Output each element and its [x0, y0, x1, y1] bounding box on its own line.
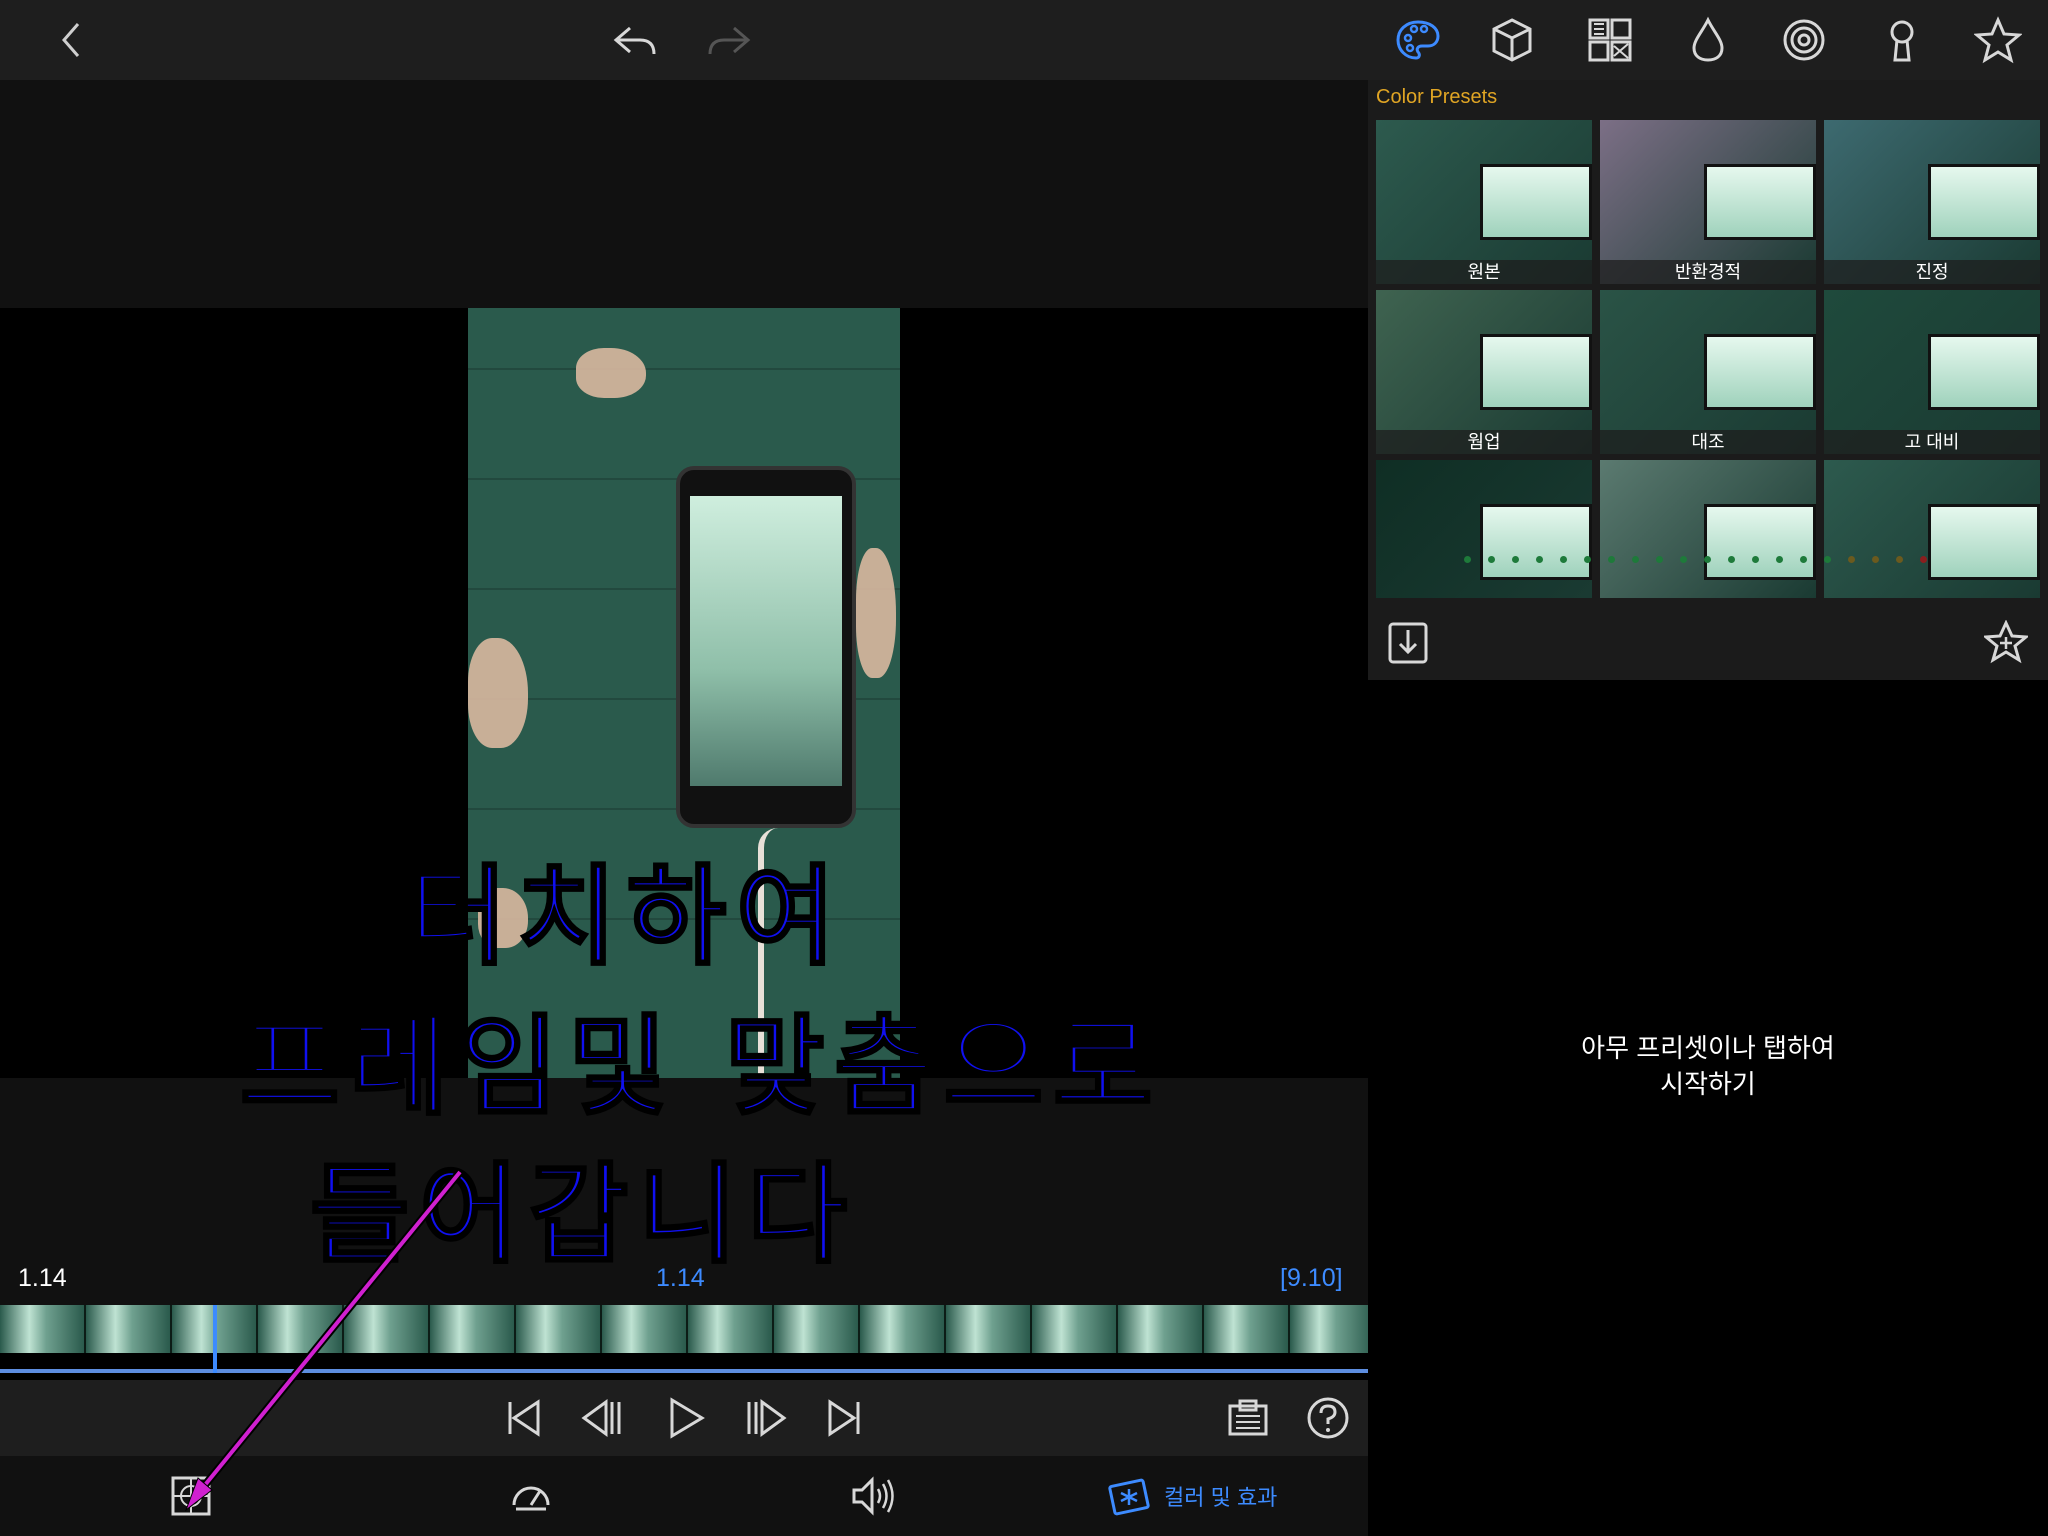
drop-icon[interactable]	[1678, 10, 1738, 70]
preset-label: 웜업	[1376, 430, 1592, 454]
overlay-instruction-line1: 터치하여	[406, 854, 846, 982]
color-presets-panel: Color Presets 원본 반환경적 진정웜업 대조 고 대비	[1368, 80, 2048, 680]
color-effects-icon	[1108, 1478, 1150, 1516]
presets-hint-line1: 아무 프리셋이나 탭하여	[1581, 1033, 1835, 1063]
preset-label: 고 대비	[1824, 430, 2040, 454]
preset-label: 진정	[1824, 260, 2040, 284]
page-dot[interactable]	[1488, 556, 1495, 563]
spiral-icon[interactable]	[1774, 10, 1834, 70]
keyhole-icon[interactable]	[1872, 10, 1932, 70]
page-dot[interactable]	[1920, 556, 1927, 563]
timeline-range-bar	[0, 1369, 1368, 1373]
preset-tile[interactable]	[1824, 460, 2040, 598]
page-dot[interactable]	[1776, 556, 1783, 563]
presets-title: Color Presets	[1376, 86, 1498, 108]
playhead[interactable]	[213, 1305, 217, 1373]
current-time-left: 1.14	[18, 1264, 67, 1292]
page-dot[interactable]	[1536, 556, 1543, 563]
bottom-tab-bar: 컬러 및 효과	[0, 1456, 1368, 1536]
preset-tile[interactable]: 대조	[1600, 290, 1816, 454]
page-dot[interactable]	[1896, 556, 1903, 563]
app-root: 터치하여 프레임및 맞춤으로 들어갑니다 1.14 1.14 [9.10] 컬러…	[0, 0, 2048, 1536]
frame-fit-icon	[171, 1476, 211, 1516]
page-dot[interactable]	[1632, 556, 1639, 563]
clipboard-icon[interactable]	[1218, 1388, 1278, 1448]
page-dot[interactable]	[1584, 556, 1591, 563]
preset-tile[interactable]: 고 대비	[1824, 290, 2040, 454]
speaker-icon	[852, 1476, 894, 1516]
undo-icon[interactable]	[604, 10, 664, 70]
help-icon[interactable]	[1298, 1388, 1358, 1448]
page-dot[interactable]	[1872, 556, 1879, 563]
top-toolbar	[0, 0, 2048, 80]
preset-tile[interactable]	[1600, 460, 1816, 598]
page-dot[interactable]	[1464, 556, 1471, 563]
skip-to-start-icon[interactable]	[494, 1388, 554, 1448]
playback-controls	[0, 1380, 1368, 1456]
tab-frame-fit[interactable]	[168, 1466, 214, 1526]
preset-tile[interactable]: 웜업	[1376, 290, 1592, 454]
page-dot[interactable]	[1656, 556, 1663, 563]
page-dot[interactable]	[1512, 556, 1519, 563]
page-dot[interactable]	[1680, 556, 1687, 563]
timeline-filmstrip[interactable]	[0, 1305, 1368, 1353]
preset-tile[interactable]: 진정	[1824, 120, 2040, 284]
tab-color-effects[interactable]: 컬러 및 효과	[1106, 1466, 1277, 1526]
cube-icon[interactable]	[1482, 10, 1542, 70]
add-favorite-icon[interactable]	[1982, 619, 2030, 664]
next-frame-icon[interactable]	[736, 1388, 796, 1448]
preset-label: 대조	[1600, 430, 1816, 454]
page-dot[interactable]	[1608, 556, 1615, 563]
preset-tile[interactable]: 반환경적	[1600, 120, 1816, 284]
tab-audio[interactable]	[850, 1466, 896, 1526]
duration-label: [9.10]	[1280, 1264, 1343, 1292]
overlay-instruction-line2: 프레임및 맞춤으로	[238, 1004, 1163, 1132]
page-dot[interactable]	[1824, 556, 1831, 563]
play-icon[interactable]	[656, 1388, 716, 1448]
presets-footer	[1368, 600, 2048, 680]
skip-to-end-icon[interactable]	[814, 1388, 874, 1448]
preset-label: 원본	[1376, 260, 1592, 284]
preview-letterbox-top	[0, 80, 1368, 308]
page-dot[interactable]	[1848, 556, 1855, 563]
phone-in-video	[676, 466, 856, 828]
palette-icon[interactable]	[1388, 10, 1448, 70]
grid-icon[interactable]	[1580, 10, 1640, 70]
preset-tile[interactable]	[1376, 460, 1592, 598]
previous-frame-icon[interactable]	[572, 1388, 632, 1448]
page-dot[interactable]	[1728, 556, 1735, 563]
back-icon[interactable]	[42, 10, 102, 70]
preset-tile[interactable]: 원본	[1376, 120, 1592, 284]
page-dot[interactable]	[1704, 556, 1711, 563]
presets-hint: 아무 프리셋이나 탭하여 시작하기	[1368, 1030, 2048, 1102]
overlay-instruction-line3: 들어갑니다	[309, 1152, 857, 1280]
tab-speed[interactable]	[508, 1466, 554, 1526]
page-dot[interactable]	[1560, 556, 1567, 563]
import-preset-icon[interactable]	[1388, 620, 1428, 664]
redo-icon[interactable]	[700, 10, 760, 70]
star-icon[interactable]	[1968, 10, 2028, 70]
preset-label: 반환경적	[1600, 260, 1816, 284]
page-dot[interactable]	[1800, 556, 1807, 563]
current-time-center: 1.14	[656, 1264, 705, 1292]
tab-color-effects-label: 컬러 및 효과	[1164, 1485, 1278, 1510]
presets-hint-line2: 시작하기	[1660, 1069, 1756, 1099]
speedometer-icon	[512, 1486, 550, 1511]
page-dot[interactable]	[1752, 556, 1759, 563]
